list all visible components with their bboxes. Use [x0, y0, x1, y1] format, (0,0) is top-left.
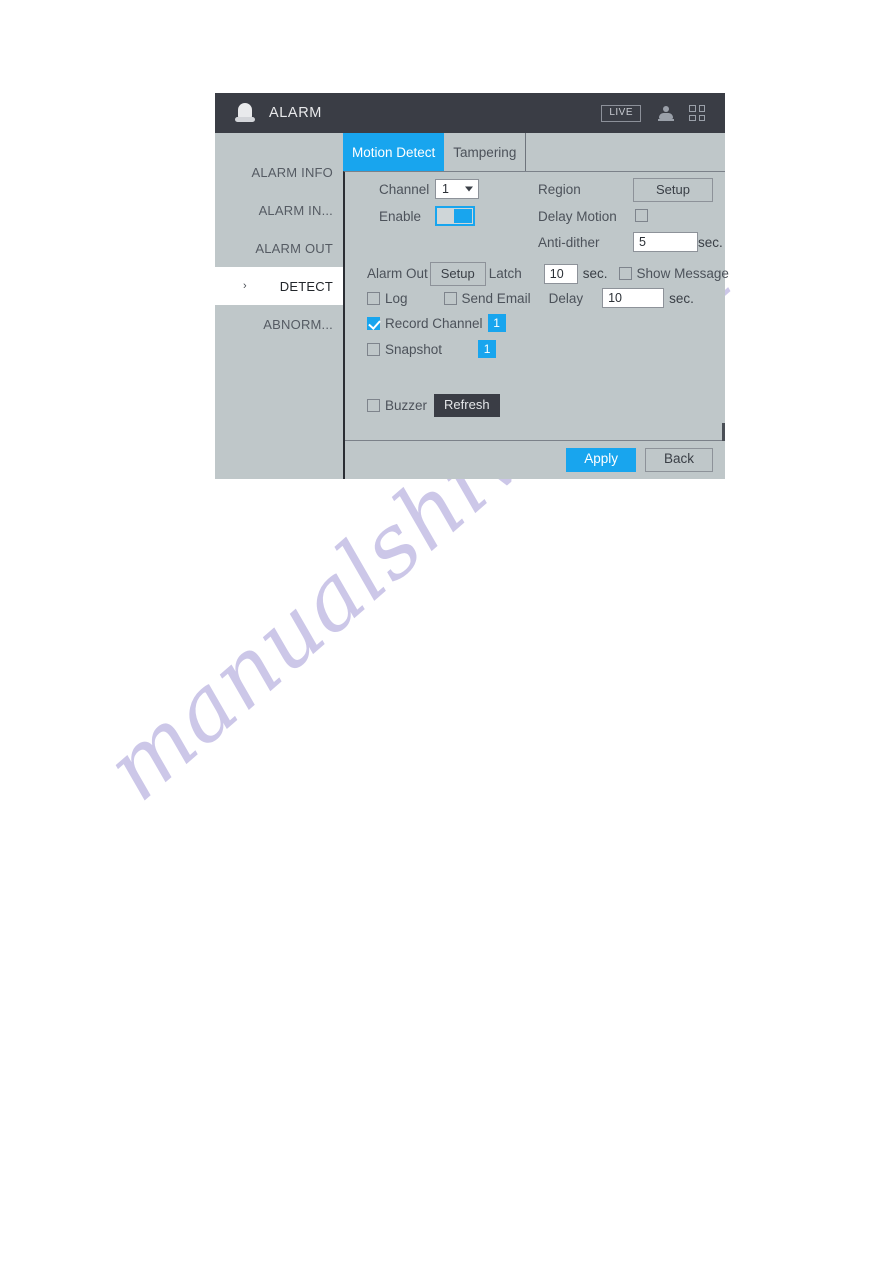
sidebar-item-alarm-out[interactable]: ALARM OUT — [215, 229, 343, 267]
alarm-out-row: Alarm Out Setup Latch 10 sec. Show Messa… — [367, 262, 729, 286]
enable-toggle-row[interactable] — [435, 206, 475, 226]
snapshot-label: Snapshot — [385, 341, 443, 357]
show-message-checkbox[interactable] — [618, 267, 632, 281]
sidebar-item-alarm-in[interactable]: ALARM IN... — [215, 191, 343, 229]
sidebar-item-label: ALARM OUT — [255, 240, 333, 256]
record-channel-chip[interactable]: 1 — [487, 314, 506, 332]
tab-tampering[interactable]: Tampering — [444, 133, 525, 171]
tab-bar: Motion Detect Tampering — [343, 133, 725, 171]
sidebar-item-label: DETECT — [279, 278, 333, 294]
anti-dither-label: Anti-dither — [538, 235, 600, 250]
alarm-settings-dialog: ALARM LIVE ALARM INFO ALARM IN... ALARM … — [215, 93, 729, 479]
delay-motion-checkbox-row[interactable] — [635, 209, 648, 222]
region-label-row: Region — [538, 182, 581, 197]
dialog-footer: Apply Back — [345, 440, 725, 479]
sidebar-item-abnormality[interactable]: ABNORM... — [215, 305, 343, 343]
show-message-label: Show Message — [636, 266, 729, 282]
window-title: ALARM — [269, 105, 322, 121]
sidebar-item-label: ALARM INFO — [251, 164, 333, 180]
motion-detect-panel: Channel 1 Enable Region Setup Delay Moti… — [343, 171, 729, 479]
anti-dither-input[interactable]: 5 — [633, 232, 698, 252]
anti-dither-label-row: Anti-dither — [538, 235, 600, 250]
record-channel-label: Record Channel — [385, 315, 483, 331]
anti-dither-unit-row: sec. — [698, 235, 723, 250]
anti-dither-input-row[interactable]: 5 — [633, 232, 698, 252]
delay-input[interactable]: 10 — [602, 288, 665, 308]
delay-motion-label: Delay Motion — [538, 209, 617, 224]
alarm-out-label: Alarm Out — [367, 266, 428, 282]
watermark: manualshive.com — [86, 224, 880, 960]
enable-label: Enable — [379, 209, 422, 224]
latch-label: Latch — [488, 266, 522, 282]
region-setup-button[interactable]: Setup — [633, 178, 713, 202]
motion-detect-form: Channel 1 Enable Region Setup Delay Moti… — [345, 172, 729, 441]
channel-select-box[interactable]: 1 — [435, 179, 479, 199]
snapshot-row: Snapshot 1 — [367, 340, 497, 358]
enable-toggle[interactable] — [435, 206, 475, 226]
window-titlebar: ALARM LIVE — [215, 93, 725, 133]
delay-unit: sec. — [669, 290, 694, 306]
channel-select[interactable]: 1 — [435, 179, 479, 199]
buzzer-label: Buzzer — [385, 397, 428, 413]
record-channel-row: Record Channel 1 — [367, 314, 506, 332]
delay-motion-label-row: Delay Motion — [538, 209, 617, 224]
anti-dither-unit: sec. — [698, 235, 723, 250]
tab-motion-detect[interactable]: Motion Detect — [343, 133, 445, 171]
region-setup-row[interactable]: Setup — [633, 178, 713, 202]
snapshot-checkbox[interactable] — [367, 342, 380, 356]
buzzer-checkbox[interactable] — [367, 398, 380, 412]
channel-label: Channel — [379, 182, 430, 197]
sidebar-item-label: ALARM IN... — [258, 202, 333, 218]
live-button[interactable]: LIVE — [601, 104, 641, 122]
back-button[interactable]: Back — [644, 448, 713, 472]
latch-input[interactable]: 10 — [543, 263, 578, 284]
region-label: Region — [538, 182, 581, 197]
buzzer-row: Buzzer Refresh — [367, 394, 500, 417]
delay-motion-checkbox[interactable] — [635, 209, 648, 222]
scrollbar-thumb[interactable] — [722, 423, 725, 441]
chevron-down-icon — [465, 186, 473, 192]
user-icon[interactable] — [657, 104, 675, 122]
snapshot-chip[interactable]: 1 — [478, 340, 497, 358]
dialog-body: ALARM INFO ALARM IN... ALARM OUT › DETEC… — [215, 133, 729, 479]
apply-button[interactable]: Apply — [566, 448, 636, 472]
latch-unit: sec. — [582, 266, 608, 282]
log-email-delay-row: Log Send Email Delay 10 sec. — [367, 288, 694, 308]
chevron-right-icon: › — [243, 280, 247, 292]
sidebar-item-detect[interactable]: › DETECT — [215, 267, 343, 305]
alarm-out-setup-button[interactable]: Setup — [429, 262, 486, 286]
delay-label: Delay — [548, 290, 584, 306]
channel-value: 1 — [442, 182, 449, 196]
grid-icon[interactable] — [689, 104, 707, 122]
sidebar-item-alarm-info[interactable]: ALARM INFO — [215, 153, 343, 191]
alarm-beacon-icon — [235, 102, 255, 124]
log-checkbox[interactable] — [367, 291, 380, 305]
enable-label-row: Enable — [379, 209, 421, 224]
send-email-label: Send Email — [461, 290, 531, 306]
refresh-button[interactable]: Refresh — [434, 394, 500, 417]
sidebar-item-label: ABNORM... — [263, 316, 333, 332]
page-root: manualshive.com ALARM LIVE ALARM INFO AL… — [0, 0, 893, 1263]
tab-bar-filler — [526, 133, 725, 171]
send-email-checkbox[interactable] — [443, 291, 457, 305]
channel-label-row: Channel — [379, 182, 429, 197]
log-label: Log — [385, 290, 408, 306]
record-channel-checkbox[interactable] — [367, 316, 380, 330]
sidebar: ALARM INFO ALARM IN... ALARM OUT › DETEC… — [215, 133, 343, 479]
